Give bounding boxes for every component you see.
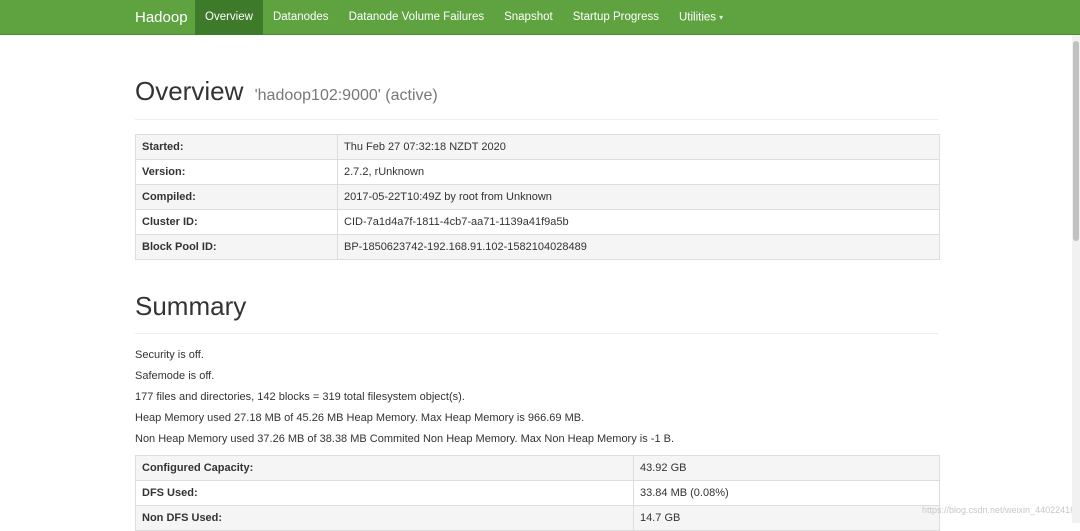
heap-memory: Heap Memory used 27.18 MB of 45.26 MB He… [135, 412, 585, 424]
nav-overview[interactable]: Overview [195, 0, 263, 35]
row-key: Cluster ID: [135, 209, 338, 235]
namenode-address: 'hadoop102:9000' (active) [254, 87, 438, 104]
brand-logo[interactable]: Hadoop [135, 0, 188, 35]
non-heap-memory: Non Heap Memory used 37.26 MB of 38.38 M… [135, 433, 675, 445]
row-value: CID-7a1d4a7f-1811-4cb7-aa71-1139a41f9a5b [337, 209, 940, 235]
table-row: Version: 2.7.2, rUnknown [135, 159, 940, 185]
security-status: Security is off. [135, 349, 204, 361]
section-title-summary: Summary [135, 291, 247, 321]
nav-utilities-dropdown[interactable]: Utilities ▾ [669, 0, 733, 35]
vertical-scrollbar[interactable] [1072, 35, 1080, 523]
row-value: 14.7 GB [633, 505, 940, 531]
caret-down-icon: ▾ [719, 13, 724, 22]
row-value: 43.92 GB [633, 455, 940, 481]
row-value: BP-1850623742-192.168.91.102-15821040284… [337, 234, 940, 260]
row-key: Configured Capacity: [135, 455, 634, 481]
nav-startup-progress[interactable]: Startup Progress [563, 0, 669, 35]
row-value: 2.7.2, rUnknown [337, 159, 940, 185]
scrollbar-thumb[interactable] [1073, 41, 1079, 241]
row-key: Non DFS Used: [135, 505, 634, 531]
filesystem-objects: 177 files and directories, 142 blocks = … [135, 391, 465, 403]
overview-title: Overview [135, 76, 244, 106]
nav-datanode-volume-failures[interactable]: Datanode Volume Failures [339, 0, 495, 35]
row-value: Thu Feb 27 07:32:18 NZDT 2020 [337, 134, 940, 160]
row-key: Block Pool ID: [135, 234, 338, 260]
divider [135, 119, 938, 120]
row-value: 2017-05-22T10:49Z by root from Unknown [337, 184, 940, 210]
row-key: Version: [135, 159, 338, 185]
top-navbar: Hadoop Overview Datanodes Datanode Volum… [0, 0, 1080, 35]
row-key: Started: [135, 134, 338, 160]
divider [135, 333, 938, 334]
table-row: Block Pool ID: BP-1850623742-192.168.91.… [135, 234, 940, 260]
nav-snapshot[interactable]: Snapshot [494, 0, 563, 35]
row-key: Compiled: [135, 184, 338, 210]
table-row: Compiled: 2017-05-22T10:49Z by root from… [135, 184, 940, 210]
nav-datanodes[interactable]: Datanodes [263, 0, 339, 35]
nav-utilities-label: Utilities [679, 11, 717, 24]
table-row: Started: Thu Feb 27 07:32:18 NZDT 2020 [135, 134, 940, 160]
table-row: Non DFS Used: 14.7 GB [135, 505, 940, 531]
table-row: Cluster ID: CID-7a1d4a7f-1811-4cb7-aa71-… [135, 209, 940, 235]
row-value: 33.84 MB (0.08%) [633, 480, 940, 506]
nav-menu: Overview Datanodes Datanode Volume Failu… [195, 0, 733, 35]
table-row: Configured Capacity: 43.92 GB [135, 455, 940, 481]
row-key: DFS Used: [135, 480, 634, 506]
safemode-status: Safemode is off. [135, 370, 215, 382]
summary-text: Security is off. Safemode is off. 177 fi… [135, 348, 674, 453]
summary-table: Configured Capacity: 43.92 GB DFS Used: … [135, 455, 940, 531]
page-title-overview: Overview 'hadoop102:9000' (active) [135, 76, 438, 107]
table-row: DFS Used: 33.84 MB (0.08%) [135, 480, 940, 506]
watermark: https://blog.csdn.net/weixin_44022416 [922, 505, 1076, 515]
overview-table: Started: Thu Feb 27 07:32:18 NZDT 2020 V… [135, 134, 940, 260]
